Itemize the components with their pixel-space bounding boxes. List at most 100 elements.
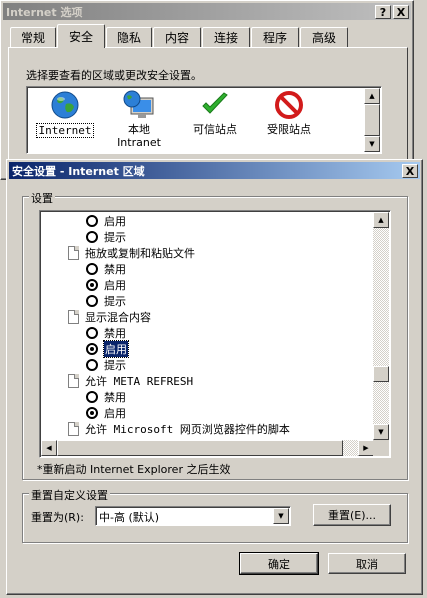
option-prompt[interactable]: 提示 [86,229,126,245]
radio-button[interactable] [86,327,98,339]
dropdown-arrow-icon[interactable]: ▼ [273,508,289,524]
close-button[interactable]: X [393,5,409,19]
radio-button[interactable] [86,359,98,371]
option-label: 提示 [104,295,126,308]
restart-note: *重新启动 Internet Explorer 之后生效 [37,463,231,476]
zone-label: 本地 Intranet [117,123,161,149]
option-enable[interactable]: 启用 [86,405,126,421]
tab-label: 常规 [20,31,45,45]
reset-group-label: 重置自定义设置 [29,487,110,503]
page-icon [68,422,79,436]
zone-instruction: 选择要查看的区域或更改安全设置。 [26,69,202,82]
tab-label: 程序 [262,31,287,45]
page-icon [68,310,79,324]
reset-level-select[interactable]: 中-高 (默认) ▼ [95,506,291,526]
scroll-corner [373,440,389,456]
option-label: 启用 [104,407,126,420]
tab-label: 安全 [68,30,93,44]
option-label: 禁用 [104,391,126,404]
setting-webbrowser-scripts: 允许 Microsoft 网页浏览器控件的脚本 [68,421,290,437]
tab-security[interactable]: 安全 [57,24,105,48]
radio-button[interactable] [86,391,98,403]
tab-privacy[interactable]: 隐私 [106,27,152,47]
tab-content[interactable]: 内容 [153,27,201,47]
scroll-down-button[interactable]: ▼ [373,424,389,440]
settings-hscroll[interactable]: ◀ ▶ [41,440,374,456]
option-label: 启用 [103,340,129,358]
option-disable[interactable]: 禁用 [86,261,126,277]
tab-advanced[interactable]: 高级 [300,27,348,47]
zone-trusted-sites[interactable]: 可信站点 [180,90,250,136]
check-icon [202,92,228,114]
option-label: 禁用 [104,263,126,276]
tab-label: 隐私 [116,31,141,45]
scroll-right-button[interactable]: ▶ [358,440,374,456]
option-label: 禁用 [104,327,126,340]
radio-button[interactable] [86,279,98,291]
dialog-title: 安全设置 - Internet 区域 [12,164,145,178]
tab-label: 高级 [311,31,336,45]
option-prompt[interactable]: 提示 [86,293,126,309]
tab-connections[interactable]: 连接 [202,27,250,47]
zone-list-scrollbar[interactable]: ▲ ▼ [364,88,380,152]
tab-label: 内容 [164,31,189,45]
cancel-button[interactable]: 取消 [328,553,406,574]
tab-label: 连接 [213,31,238,45]
dialog-close-button[interactable]: X [402,164,418,178]
zone-label: Internet [35,123,95,138]
option-enable[interactable]: 启用 [86,213,126,229]
tab-programs[interactable]: 程序 [251,27,299,47]
zone-local-intranet[interactable]: 本地 Intranet [104,90,174,149]
zone-label: 可信站点 [193,123,237,136]
option-label: 提示 [104,359,126,372]
radio-button[interactable] [86,343,98,355]
scroll-left-button[interactable]: ◀ [41,440,57,456]
radio-button[interactable] [86,407,98,419]
dialog-titlebar[interactable]: 安全设置 - Internet 区域 X [9,162,420,179]
setting-mixed-content: 显示混合内容 [68,309,151,325]
window-title: Internet 选项 [6,5,83,19]
tab-general[interactable]: 常规 [10,27,56,47]
setting-label: 允许 Microsoft 网页浏览器控件的脚本 [85,423,290,436]
scroll-thumb[interactable] [373,366,389,382]
scroll-up-button[interactable]: ▲ [364,88,380,104]
radio-button[interactable] [86,231,98,243]
ok-button[interactable]: 确定 [239,552,319,575]
option-disable[interactable]: 禁用 [86,325,126,341]
option-label: 启用 [104,279,126,292]
setting-meta-refresh: 允许 META REFRESH [68,373,193,389]
radio-button[interactable] [86,295,98,307]
reset-button[interactable]: 重置(E)... [313,504,391,526]
help-button[interactable]: ? [375,5,391,19]
option-label: 启用 [104,215,126,228]
radio-button[interactable] [86,263,98,275]
scroll-up-button[interactable]: ▲ [373,212,389,228]
settings-tree-content: 启用 提示 拖放或复制和粘贴文件 禁用 启用 提示 显示混合内容 禁用 启用 提… [40,211,374,439]
setting-label: 允许 META REFRESH [85,375,194,388]
settings-tree[interactable]: 启用 提示 拖放或复制和粘贴文件 禁用 启用 提示 显示混合内容 禁用 启用 提… [39,210,391,458]
reset-level-value: 中-高 (默认) [99,511,160,524]
scroll-thumb[interactable] [364,104,380,136]
zone-internet[interactable]: Internet [30,90,100,138]
option-label: 禁用 [104,437,126,439]
page-icon [68,374,79,388]
option-disable[interactable]: 禁用 [86,389,126,405]
option-disable[interactable]: 禁用 [86,437,126,439]
reset-to-label: 重置为(R): [31,511,84,524]
settings-vscroll[interactable]: ▲ ▼ [373,212,389,440]
zone-label: 受限站点 [267,123,311,136]
zone-restricted-sites[interactable]: 受限站点 [254,90,324,136]
setting-label: 拖放或复制和粘贴文件 [85,247,195,260]
no-entry-icon [275,91,303,119]
globe-icon [51,91,79,119]
scroll-down-button[interactable]: ▼ [364,136,380,152]
option-label: 提示 [104,231,126,244]
settings-group-label: 设置 [29,190,55,206]
option-enable[interactable]: 启用 [86,277,126,293]
internet-options-titlebar[interactable]: Internet 选项 ? X [3,3,411,20]
option-enable[interactable]: 启用 [86,340,129,358]
hscroll-thumb[interactable] [57,440,343,456]
setting-drag-drop: 拖放或复制和粘贴文件 [68,245,195,261]
radio-button[interactable] [86,215,98,227]
option-prompt[interactable]: 提示 [86,357,126,373]
